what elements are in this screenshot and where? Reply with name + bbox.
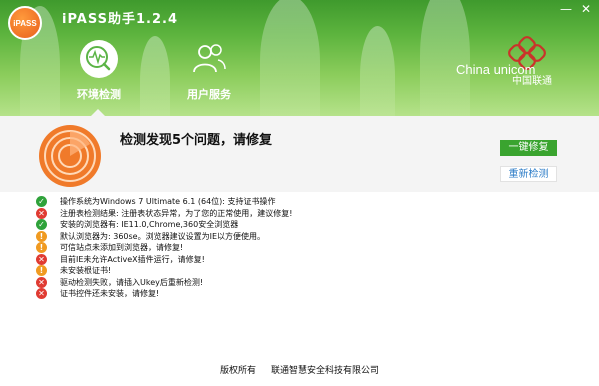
active-tab-indicator <box>91 109 105 116</box>
check-icon: ✓ <box>36 196 47 208</box>
grass-decoration <box>260 0 320 116</box>
result-item: ! 默认浏览器为: 360se。浏览器建议设置为IE以方便使用。 <box>36 230 576 243</box>
footer: 版权所有 联通智慧安全科技有限公司 <box>0 364 599 386</box>
minimize-button[interactable]: — <box>558 2 574 16</box>
user-service-icon <box>193 44 226 73</box>
window-title: iPASS助手1.2.4 <box>62 12 179 27</box>
tab-environment-check[interactable]: 环境检测 <box>64 38 134 106</box>
result-text: 默认浏览器为: 360se。浏览器建议设置为IE以方便使用。 <box>60 231 266 241</box>
copyright-label: 版权所有 <box>220 366 257 376</box>
one-click-fix-button[interactable]: 一键修复 <box>500 140 557 156</box>
error-icon: ✕ <box>36 288 47 300</box>
check-result-list: ✓ 操作系统为Windows 7 Ultimate 6.1 (64位): 支持证… <box>36 196 576 300</box>
error-icon: ✕ <box>36 253 47 265</box>
result-text: 证书控件还未安装，请修复! <box>60 289 160 299</box>
result-item: ✓ 安装的浏览器有: IE11.0,Chrome,360安全浏览器 <box>36 219 576 231</box>
header-banner: iPASS iPASS助手1.2.4 — ✕ 环境检测 用户服务 China u… <box>0 0 599 116</box>
result-text: 操作系统为Windows 7 Ultimate 6.1 (64位): 支持证书操… <box>60 197 276 207</box>
tab-user-service-label: 用户服务 <box>187 88 231 101</box>
grass-decoration <box>140 36 170 116</box>
result-text: 驱动检测失败，请插入Ukey后重新检测! <box>60 277 204 287</box>
result-text: 可信站点未添加到浏览器，请修复! <box>60 243 184 253</box>
result-item: ✕ 目前IE未允许ActiveX插件运行，请修复! <box>36 253 576 266</box>
warning-icon: ! <box>36 242 47 254</box>
check-icon: ✓ <box>36 219 47 231</box>
scan-result-headline: 检测发现5个问题，请修复 <box>120 133 273 148</box>
result-item: ✕ 驱动检测失败，请插入Ukey后重新检测! <box>36 276 576 289</box>
company-name: 联通智慧安全科技有限公司 <box>270 366 379 376</box>
result-item: ✓ 操作系统为Windows 7 Ultimate 6.1 (64位): 支持证… <box>36 196 576 208</box>
ipass-window: iPASS iPASS助手1.2.4 — ✕ 环境检测 用户服务 China u… <box>0 0 599 386</box>
result-text: 注册表检测结果: 注册表状态异常，为了您的正常使用，建议修复! <box>60 208 293 218</box>
result-item: ! 可信站点未添加到浏览器，请修复! <box>36 242 576 254</box>
close-button[interactable]: ✕ <box>578 2 594 16</box>
warning-icon: ! <box>36 230 47 242</box>
tab-user-service[interactable]: 用户服务 <box>174 38 244 106</box>
environment-check-icon <box>80 40 118 78</box>
scan-radar-icon <box>39 125 101 187</box>
app-logo: iPASS <box>8 6 42 40</box>
error-icon: ✕ <box>36 207 47 219</box>
result-text: 未安装根证书! <box>60 266 112 276</box>
result-item: ✕ 证书控件还未安装，请修复! <box>36 288 576 300</box>
result-item: ✕ 注册表检测结果: 注册表状态异常，为了您的正常使用，建议修复! <box>36 207 576 220</box>
grass-decoration <box>360 26 395 116</box>
summary-panel: 检测发现5个问题，请修复 一键修复 重新检测 <box>0 116 599 192</box>
warning-icon: ! <box>36 265 47 277</box>
tab-environment-check-label: 环境检测 <box>77 88 121 101</box>
result-text: 目前IE未允许ActiveX插件运行，请修复! <box>60 254 205 264</box>
result-text: 安装的浏览器有: IE11.0,Chrome,360安全浏览器 <box>60 220 239 230</box>
recheck-button[interactable]: 重新检测 <box>500 166 557 182</box>
brand-name-cn: 中国联通 <box>512 76 552 87</box>
result-item: ! 未安装根证书! <box>36 265 576 277</box>
error-icon: ✕ <box>36 276 47 288</box>
